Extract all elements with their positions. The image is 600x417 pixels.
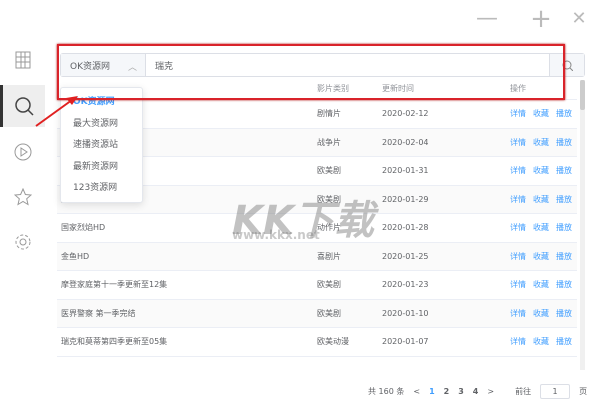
goto-label: 前往 bbox=[515, 387, 532, 396]
page-4[interactable]: 4 bbox=[473, 387, 479, 396]
prev-page-button[interactable]: < bbox=[413, 387, 420, 396]
next-page-button[interactable]: > bbox=[487, 387, 494, 396]
total-count: 共 160 条 bbox=[368, 387, 405, 396]
page-1[interactable]: 1 bbox=[429, 387, 435, 396]
page-2[interactable]: 2 bbox=[444, 387, 450, 396]
arrow-annotation-icon bbox=[35, 96, 78, 127]
page-3[interactable]: 3 bbox=[458, 387, 464, 396]
page-suffix: 页 bbox=[579, 387, 588, 396]
pagination: 共 160 条 < 1 2 3 4 > 前往 页 bbox=[368, 384, 587, 399]
goto-page-input[interactable] bbox=[540, 384, 571, 399]
